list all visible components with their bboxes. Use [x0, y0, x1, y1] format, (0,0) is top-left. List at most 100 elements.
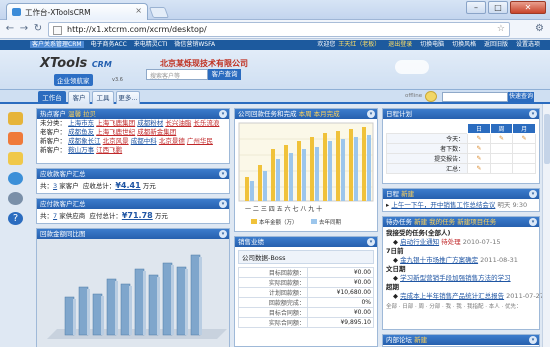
address-bar[interactable]: http://x1.xtcrm.com/xcrm/desktop/ ☆	[48, 22, 510, 37]
customer-link[interactable]: 上海市东	[68, 119, 94, 127]
panel-toggle-icon[interactable]: ▾	[219, 230, 227, 238]
top-link-crm[interactable]: 客户关系管理CRM	[30, 41, 84, 48]
panel-toggle-icon[interactable]: ▾	[219, 110, 227, 118]
browser-tab[interactable]: 工作台-XToolsCRM ×	[6, 3, 148, 20]
forward-icon[interactable]: →	[18, 23, 30, 35]
project-task-link[interactable]: 新建项目任务	[457, 218, 496, 226]
logo-main: XTools	[40, 56, 88, 71]
customer-link[interactable]: 上海飞鹿集团	[96, 119, 135, 127]
panel-toggle-icon[interactable]: ▾	[367, 238, 375, 246]
receivable-amount[interactable]: ¥4.41	[115, 181, 140, 190]
minimize-button[interactable]: –	[466, 1, 486, 14]
panel-toggle-icon[interactable]: ▾	[367, 110, 375, 118]
customer-link[interactable]: 北京风景	[103, 137, 129, 145]
col-day[interactable]: 日	[467, 123, 491, 134]
diary-new-link[interactable]: 新建	[401, 190, 414, 198]
maximize-button[interactable]: □	[488, 1, 508, 14]
close-window-button[interactable]: ✕	[510, 1, 546, 14]
customer-link[interactable]: 北京景德	[159, 137, 185, 145]
task-text[interactable]: 学习新型营销手段加强销售方法的学习	[400, 274, 511, 282]
col-week[interactable]: 周	[489, 123, 514, 134]
wrench-icon[interactable]: ⚙	[535, 23, 544, 34]
tab-tools[interactable]: 工具	[92, 91, 114, 104]
reload-icon[interactable]: ↻	[32, 23, 44, 35]
task-new-link[interactable]: 新建	[414, 218, 427, 226]
task-item[interactable]: ◆ 金九银十市场推广方案确定 2011-08-31	[383, 256, 539, 265]
customer-link[interactable]: 成都中科	[131, 137, 157, 145]
hot-link-2[interactable]: 拉贝	[83, 110, 96, 118]
customer-link[interactable]: 广州华民	[187, 137, 213, 145]
help-icon[interactable]: ?	[8, 212, 23, 225]
panel-toggle-icon[interactable]: ▾	[529, 336, 537, 344]
page-scrollbar[interactable]	[542, 104, 550, 347]
customer-link[interactable]: 江西飞鹏	[96, 146, 122, 154]
settings-link[interactable]: 设置选项	[516, 41, 540, 48]
task-item[interactable]: ◆ 启动行业通知 待处理 2010-07-15	[383, 238, 539, 247]
panel-toggle-icon[interactable]: ▾	[529, 218, 537, 226]
diary-item-text[interactable]: 上午一下午，开中销售工作总结会议	[391, 201, 495, 209]
receivable-count[interactable]: 3	[53, 182, 57, 190]
switch-computer-link[interactable]: 切换电脑	[420, 41, 444, 48]
bookmark-star-icon[interactable]: ☆	[497, 24, 505, 34]
edit-icon[interactable]: ✎	[467, 153, 491, 164]
customer-link[interactable]: 成都新金集团	[137, 128, 176, 136]
task-filter-bar[interactable]: 全部 · 日部 · 周 · 分部 · 我 · 我 · 我指配 · 本人 · 优先…	[383, 303, 539, 312]
old-version-link[interactable]: 返回旧版	[484, 41, 508, 48]
tab-customers[interactable]: 客户	[68, 91, 90, 104]
task-text[interactable]: 完成本上半年销售产品统计汇总报告	[400, 292, 504, 300]
new-tab-button[interactable]	[148, 7, 170, 18]
tab-more[interactable]: 更多...	[116, 91, 140, 104]
col-month[interactable]: 月	[512, 123, 536, 134]
quick-search-button[interactable]: 快速查询	[508, 92, 534, 102]
task-text[interactable]: 金九银十市场推广方案确定	[400, 256, 478, 264]
customer-link[interactable]: 长兴油脂	[165, 119, 191, 127]
diary-item[interactable]: ▸ 上午一下午，开中销售工作总结会议 明天 9:30	[383, 199, 539, 211]
customer-link[interactable]: 成都粉材	[137, 119, 163, 127]
customer-link[interactable]: 上海飞鹿世纪	[96, 128, 135, 136]
panel-toggle-icon[interactable]: ▾	[529, 190, 537, 198]
edit-icon[interactable]: ✎	[467, 163, 491, 174]
quick-search-input[interactable]	[442, 92, 508, 102]
task-item[interactable]: ◆ 完成本上半年销售产品统计汇总报告 2011-07-27	[383, 292, 544, 301]
panel-title: 内部论坛	[386, 336, 412, 344]
task-item[interactable]: ◆ 学习新型营销手段加强销售方法的学习	[383, 274, 539, 283]
back-icon[interactable]: ←	[4, 23, 16, 35]
panel-toggle-icon[interactable]: ▾	[529, 110, 537, 118]
customer-link[interactable]: 长乐流浪	[193, 119, 219, 127]
my-tasks-link[interactable]: 我的任务	[429, 218, 455, 226]
customer-link[interactable]: 成都鱼友	[68, 128, 94, 136]
tab-workbench[interactable]: 工作台	[38, 91, 66, 104]
switch-style-link[interactable]: 切换风格	[452, 41, 476, 48]
logout-link[interactable]: 退出登录	[388, 41, 412, 48]
customer-link[interactable]: 成都象长江	[68, 137, 101, 145]
forum-new-link[interactable]: 新建	[414, 336, 427, 344]
bulb-icon[interactable]	[425, 91, 437, 102]
month-link[interactable]: 本月完成	[314, 110, 340, 118]
week-link[interactable]: 本周	[299, 110, 312, 118]
panel-toggle-icon[interactable]: ▾	[219, 200, 227, 208]
payable-amount[interactable]: ¥71.78	[122, 211, 153, 220]
panel-toggle-icon[interactable]: ▾	[219, 170, 227, 178]
customer-search-button[interactable]: 客户查询	[208, 69, 241, 80]
edit-icon[interactable]: ✎	[489, 133, 514, 144]
calendar-icon[interactable]	[8, 132, 23, 145]
top-link-acc[interactable]: 电子商务ACC	[90, 41, 126, 48]
customer-link[interactable]: 鞍山万事	[68, 146, 94, 154]
app-logo[interactable]: XTools CRM 企业领航家 v3.6	[40, 56, 123, 86]
row-label: 未分类：	[40, 119, 66, 127]
hot-link-1[interactable]: 温馨	[68, 110, 81, 118]
folder-icon[interactable]	[8, 152, 23, 165]
customer-search-input[interactable]: 搜索客户等	[146, 69, 208, 80]
edit-icon[interactable]: ✎	[467, 143, 491, 154]
scrollbar-thumb[interactable]	[544, 114, 550, 164]
task-text[interactable]: 启动行业通知	[400, 238, 439, 246]
edit-icon[interactable]: ✎	[512, 133, 536, 144]
edit-icon[interactable]: ✎	[467, 133, 491, 144]
close-tab-icon[interactable]: ×	[135, 6, 142, 15]
globe-icon[interactable]	[8, 192, 23, 205]
notes-icon[interactable]	[8, 112, 23, 125]
top-link-cti[interactable]: 来电精灵CTI	[134, 41, 168, 48]
top-link-wsfa[interactable]: 微信营销WSFA	[174, 41, 215, 48]
contacts-icon[interactable]	[8, 172, 23, 185]
payable-count[interactable]: 7	[53, 212, 57, 220]
